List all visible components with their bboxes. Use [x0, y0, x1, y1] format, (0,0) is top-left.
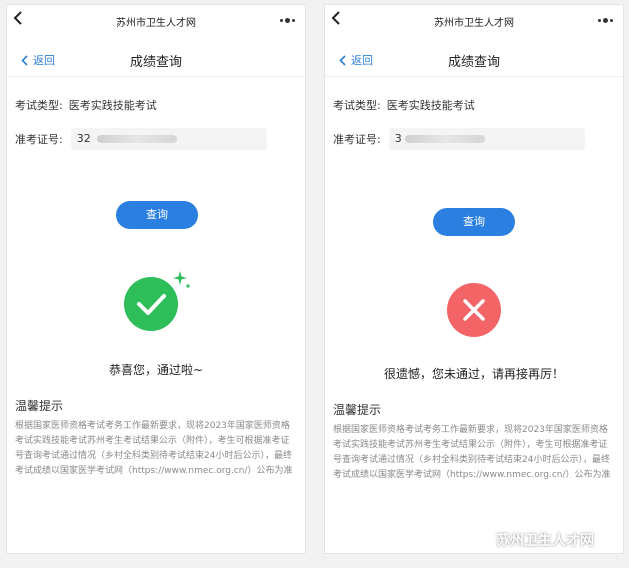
- exam-type-value: 医考实践技能考试: [386, 99, 475, 112]
- exam-type-value: 医考实践技能考试: [68, 99, 157, 112]
- fail-icon: [447, 283, 501, 337]
- top-bar: 苏州市卫生人才网: [325, 5, 623, 35]
- query-button[interactable]: 查询: [116, 201, 198, 229]
- tips-title: 温馨提示: [333, 403, 382, 417]
- ticket-value: 32: [76, 132, 91, 145]
- page-title: 成绩查询: [129, 55, 182, 70]
- ticket-label: 准考证号:: [333, 133, 381, 146]
- tips-title: 温馨提示: [15, 399, 64, 413]
- redacted-blur: [404, 135, 485, 143]
- result-message: 恭喜您，通过啦~: [108, 363, 204, 377]
- ticket-label: 准考证号:: [15, 133, 63, 146]
- ticket-value: 3: [394, 132, 402, 145]
- ticket-input[interactable]: 32: [70, 128, 267, 150]
- phone-screen-pass: 苏州市卫生人才网 返回 成绩查询 考试类型: 医考实践技能考试 准考证号: 32 …: [6, 4, 306, 554]
- ticket-row: 准考证号: 3: [333, 128, 585, 150]
- site-title: 苏州市卫生人才网: [116, 18, 196, 29]
- sparkle-icon: [173, 271, 190, 288]
- result-message: 很遗憾，您未通过，请再接再厉！: [383, 367, 564, 381]
- page-title: 成绩查询: [447, 55, 500, 70]
- watermark: 苏州卫生人才网: [470, 530, 594, 550]
- query-button[interactable]: 查询: [433, 208, 515, 236]
- more-menu-icon[interactable]: [280, 18, 295, 23]
- wechat-icon: [470, 532, 490, 547]
- exam-type-label: 考试类型:: [333, 99, 381, 112]
- watermark-text: 苏州卫生人才网: [496, 533, 594, 549]
- tips-body: 根据国家医师资格考试考务工作最新要求，现将2023年国家医师资格考试实践技能考试…: [333, 425, 611, 480]
- nav-bar: 返回 成绩查询: [7, 43, 305, 77]
- exam-type-label: 考试类型:: [15, 99, 63, 112]
- pass-icon: [124, 277, 178, 331]
- site-title: 苏州市卫生人才网: [434, 18, 514, 29]
- more-menu-icon[interactable]: [598, 18, 613, 23]
- top-bar: 苏州市卫生人才网: [7, 5, 305, 35]
- ticket-input[interactable]: 3: [388, 128, 585, 150]
- exam-type-row: 考试类型: 医考实践技能考试: [333, 97, 475, 113]
- tips-body: 根据国家医师资格考试考务工作最新要求，现将2023年国家医师资格考试实践技能考试…: [15, 421, 293, 476]
- redacted-blur: [96, 135, 177, 143]
- exam-type-row: 考试类型: 医考实践技能考试: [15, 97, 157, 113]
- nav-bar: 返回 成绩查询: [325, 43, 623, 77]
- ticket-row: 准考证号: 32: [15, 128, 267, 150]
- phone-screen-fail: 苏州市卫生人才网 返回 成绩查询 考试类型: 医考实践技能考试 准考证号: 3 查…: [324, 4, 624, 554]
